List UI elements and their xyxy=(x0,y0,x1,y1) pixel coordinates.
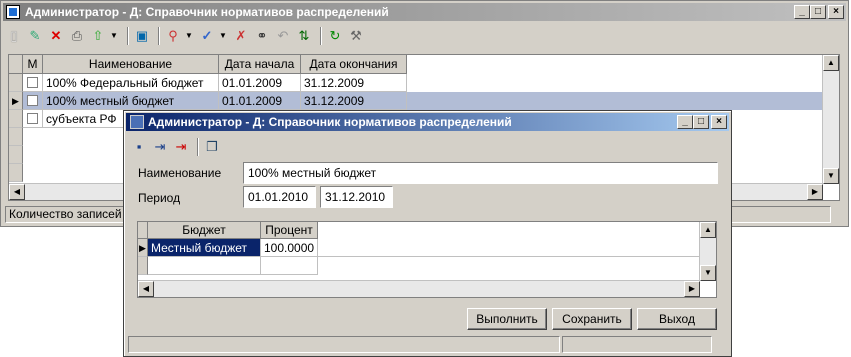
row-indicator xyxy=(9,110,23,128)
cell-end[interactable]: 31.12.2009 xyxy=(301,92,407,110)
cell-name[interactable]: 100% Федеральный бюджет xyxy=(43,74,219,92)
dialog-title: Администратор - Д: Справочник нормативов… xyxy=(148,115,512,129)
period-from-field[interactable]: 01.01.2010 xyxy=(243,186,316,208)
main-toolbar: ▯ ✎ ✕ ⎙ ⇧ ▼ ▣ ⚲ ▼ ✓ ▼ ✗ ⚭ ↶ ⇅ ↻ ⚒ xyxy=(5,25,368,47)
add-row-icon[interactable]: ⇥ xyxy=(151,138,169,156)
row-pointer-icon: ▶ xyxy=(138,239,148,257)
indicator-header xyxy=(9,55,23,73)
horizontal-scrollbar[interactable]: ◀ ▶ xyxy=(138,280,700,297)
tools-icon[interactable]: ⚒ xyxy=(347,27,365,45)
col-header-name[interactable]: Наименование xyxy=(43,55,219,73)
cell-end[interactable]: 31.12.2009 xyxy=(301,74,407,92)
app-icon xyxy=(130,115,144,129)
row-checkbox[interactable] xyxy=(27,113,38,124)
dialog-status-bar-2 xyxy=(562,336,712,353)
row-checkbox[interactable] xyxy=(27,77,38,88)
table-row-selected[interactable]: ▶ Местный бюджет 100.0000 xyxy=(138,239,700,257)
cell-budget[interactable]: Местный бюджет xyxy=(148,239,261,257)
table-row xyxy=(9,164,23,182)
scroll-down-icon[interactable]: ▼ xyxy=(823,168,839,184)
toolbar-separator xyxy=(197,138,199,156)
save-button[interactable]: Сохранить xyxy=(552,308,632,330)
name-field[interactable]: 100% местный бюджет xyxy=(243,162,718,184)
col-header-end[interactable]: Дата окончания xyxy=(301,55,407,73)
grid-header: Бюджет Процент xyxy=(138,222,318,239)
app-icon xyxy=(6,5,20,19)
save-icon[interactable]: ▪ xyxy=(130,138,148,156)
window-controls: _ □ × xyxy=(794,5,844,19)
table-row xyxy=(9,146,23,164)
new-icon[interactable]: ▯ xyxy=(5,27,23,45)
row-indicator xyxy=(9,74,23,92)
main-titlebar: Администратор - Д: Справочник нормативов… xyxy=(3,3,846,21)
dropdown-icon[interactable]: ▼ xyxy=(185,27,193,45)
uncheck-icon[interactable]: ✗ xyxy=(232,27,250,45)
budget-grid[interactable]: Бюджет Процент ▶ Местный бюджет 100.0000… xyxy=(137,221,717,298)
undo-icon[interactable]: ↶ xyxy=(274,27,292,45)
check-icon[interactable]: ✓ xyxy=(198,27,216,45)
refresh-icon[interactable]: ↻ xyxy=(326,27,344,45)
scroll-right-icon[interactable]: ▶ xyxy=(684,281,700,297)
dialog-titlebar: Администратор - Д: Справочник нормативов… xyxy=(126,113,729,131)
vertical-scrollbar[interactable]: ▲ ▼ xyxy=(699,222,716,281)
minimize-icon[interactable]: _ xyxy=(794,5,810,19)
delete-row-icon[interactable]: ⇥ xyxy=(172,138,190,156)
copy-icon[interactable]: ❐ xyxy=(203,138,221,156)
scroll-down-icon[interactable]: ▼ xyxy=(700,265,716,281)
cell-name[interactable]: 100% местный бюджет xyxy=(43,92,219,110)
scroll-right-icon[interactable]: ▶ xyxy=(807,184,823,200)
table-row[interactable]: 100% Федеральный бюджет 01.01.2009 31.12… xyxy=(9,74,407,92)
delete-icon[interactable]: ✕ xyxy=(47,27,65,45)
maximize-icon[interactable]: □ xyxy=(693,115,709,129)
sort-icon[interactable]: ⇅ xyxy=(295,27,313,45)
edit-dialog: Администратор - Д: Справочник нормативов… xyxy=(123,110,732,357)
table-row xyxy=(9,128,23,146)
period-label: Период xyxy=(138,191,181,205)
cell-start[interactable]: 01.01.2009 xyxy=(219,74,301,92)
minimize-icon[interactable]: _ xyxy=(677,115,693,129)
period-to-field[interactable]: 31.12.2010 xyxy=(320,186,393,208)
close-icon[interactable]: × xyxy=(828,5,844,19)
dropdown-icon[interactable]: ▼ xyxy=(110,27,118,45)
open-icon[interactable]: ▣ xyxy=(133,27,151,45)
edit-icon[interactable]: ✎ xyxy=(26,27,44,45)
close-icon[interactable]: × xyxy=(711,115,727,129)
scroll-left-icon[interactable]: ◀ xyxy=(138,281,154,297)
maximize-icon[interactable]: □ xyxy=(810,5,826,19)
cell-start[interactable]: 01.01.2009 xyxy=(219,92,301,110)
dialog-toolbar: ▪ ⇥ ⇥ ❐ xyxy=(130,137,224,157)
dropdown-icon[interactable]: ▼ xyxy=(219,27,227,45)
search-icon[interactable]: ⚭ xyxy=(253,27,271,45)
execute-button[interactable]: Выполнить xyxy=(467,308,547,330)
export-icon[interactable]: ⇧ xyxy=(89,27,107,45)
scroll-up-icon[interactable]: ▲ xyxy=(700,222,716,238)
col-header-mark[interactable]: М xyxy=(23,55,43,73)
toolbar-separator xyxy=(320,27,322,45)
exit-button[interactable]: Выход xyxy=(637,308,717,330)
grid-header: М Наименование Дата начала Дата окончани… xyxy=(9,55,407,74)
name-label: Наименование xyxy=(138,166,222,180)
cell-percent[interactable]: 100.0000 xyxy=(261,239,318,257)
scroll-left-icon[interactable]: ◀ xyxy=(9,184,25,200)
row-pointer-icon: ▶ xyxy=(9,92,23,110)
vertical-scrollbar[interactable]: ▲ ▼ xyxy=(822,55,839,184)
table-row-selected[interactable]: ▶ 100% местный бюджет 01.01.2009 31.12.2… xyxy=(9,92,823,110)
dialog-status-bar xyxy=(128,336,560,353)
print-icon[interactable]: ⎙ xyxy=(68,27,86,45)
main-title: Администратор - Д: Справочник нормативов… xyxy=(25,5,389,19)
col-header-percent[interactable]: Процент xyxy=(261,222,318,238)
filter-icon[interactable]: ⚲ xyxy=(164,27,182,45)
scroll-up-icon[interactable]: ▲ xyxy=(823,55,839,71)
toolbar-separator xyxy=(158,27,160,45)
dialog-window-controls: _ □ × xyxy=(677,115,727,129)
col-header-budget[interactable]: Бюджет xyxy=(148,222,261,238)
row-checkbox[interactable] xyxy=(27,95,38,106)
toolbar-separator xyxy=(127,27,129,45)
col-header-start[interactable]: Дата начала xyxy=(219,55,301,73)
